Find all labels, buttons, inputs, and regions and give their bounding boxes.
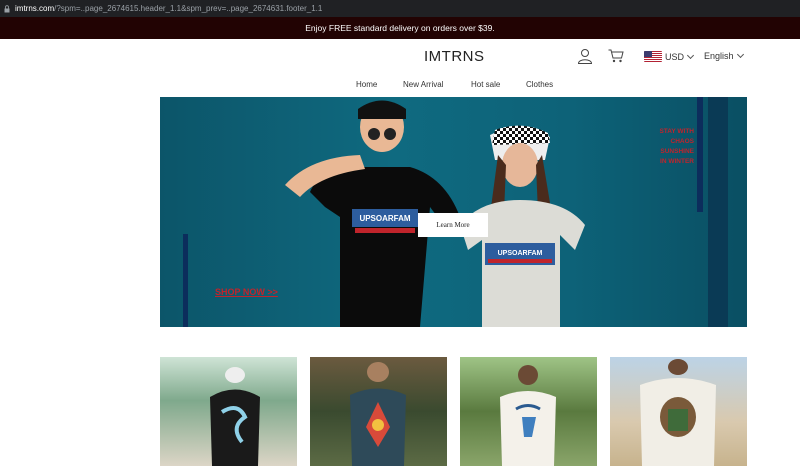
lock-icon (4, 4, 10, 12)
currency-selector[interactable]: USD (644, 51, 695, 62)
decor-bar (183, 234, 188, 327)
hero-slogan: STAY WITH CHAOS SUNSHINE IN WINTER (634, 127, 694, 167)
product-card[interactable] (610, 357, 747, 466)
nav-item-new-arrival[interactable]: New Arrival (403, 80, 443, 89)
shop-now-link[interactable]: SHOP NOW >> (215, 287, 278, 297)
product-card[interactable] (460, 357, 597, 466)
cart-icon[interactable] (608, 49, 624, 63)
promo-banner: Enjoy FREE standard delivery on orders o… (0, 17, 800, 39)
currency-label: USD (665, 51, 685, 62)
promo-text: Enjoy FREE standard delivery on orders o… (305, 23, 495, 33)
chevron-down-icon (686, 51, 695, 59)
product-image (210, 367, 260, 466)
language-label: English (704, 51, 734, 61)
product-image (500, 365, 556, 466)
user-icon[interactable] (577, 48, 593, 64)
main-nav: Home New Arrival Hot sale Clothes (0, 77, 800, 96)
decor-bar (708, 97, 728, 327)
url-domain: imtrns.com (15, 4, 55, 13)
hero-slogan-line: IN WINTER (660, 158, 694, 165)
hero-banner[interactable]: UPSOARFAM UPSOARFAM STAY WITH CHAOS SUNS… (160, 97, 747, 327)
shirt-print-text: UPSOARFAM (498, 250, 543, 257)
us-flag-icon (644, 51, 662, 62)
nav-item-hot-sale[interactable]: Hot sale (471, 80, 500, 89)
chevron-down-icon (736, 50, 744, 59)
product-grid (0, 357, 800, 466)
url-path: /?spm=..page_2674615.header_1.1&spm_prev… (54, 4, 323, 13)
decor-bar (697, 97, 703, 212)
nav-item-home[interactable]: Home (356, 80, 377, 89)
browser-url-bar[interactable]: imtrns.com /?spm=..page_2674615.header_1… (0, 0, 800, 17)
learn-more-button[interactable]: Learn More (418, 213, 488, 237)
product-card[interactable] (310, 357, 447, 466)
nav-item-clothes[interactable]: Clothes (526, 80, 553, 89)
shirt-print-text: UPSOARFAM (359, 214, 410, 223)
language-selector[interactable]: English (704, 50, 744, 61)
hero-slogan-line: CHAOS (670, 138, 694, 145)
product-card[interactable] (160, 357, 297, 466)
site-header: IMTRNS USD English (0, 39, 800, 77)
product-image (350, 362, 406, 466)
hero-slogan-line: SUNSHINE (660, 148, 694, 155)
site-logo[interactable]: IMTRNS (424, 48, 485, 65)
product-image (640, 359, 716, 466)
hero-slogan-line: STAY WITH (659, 128, 694, 135)
